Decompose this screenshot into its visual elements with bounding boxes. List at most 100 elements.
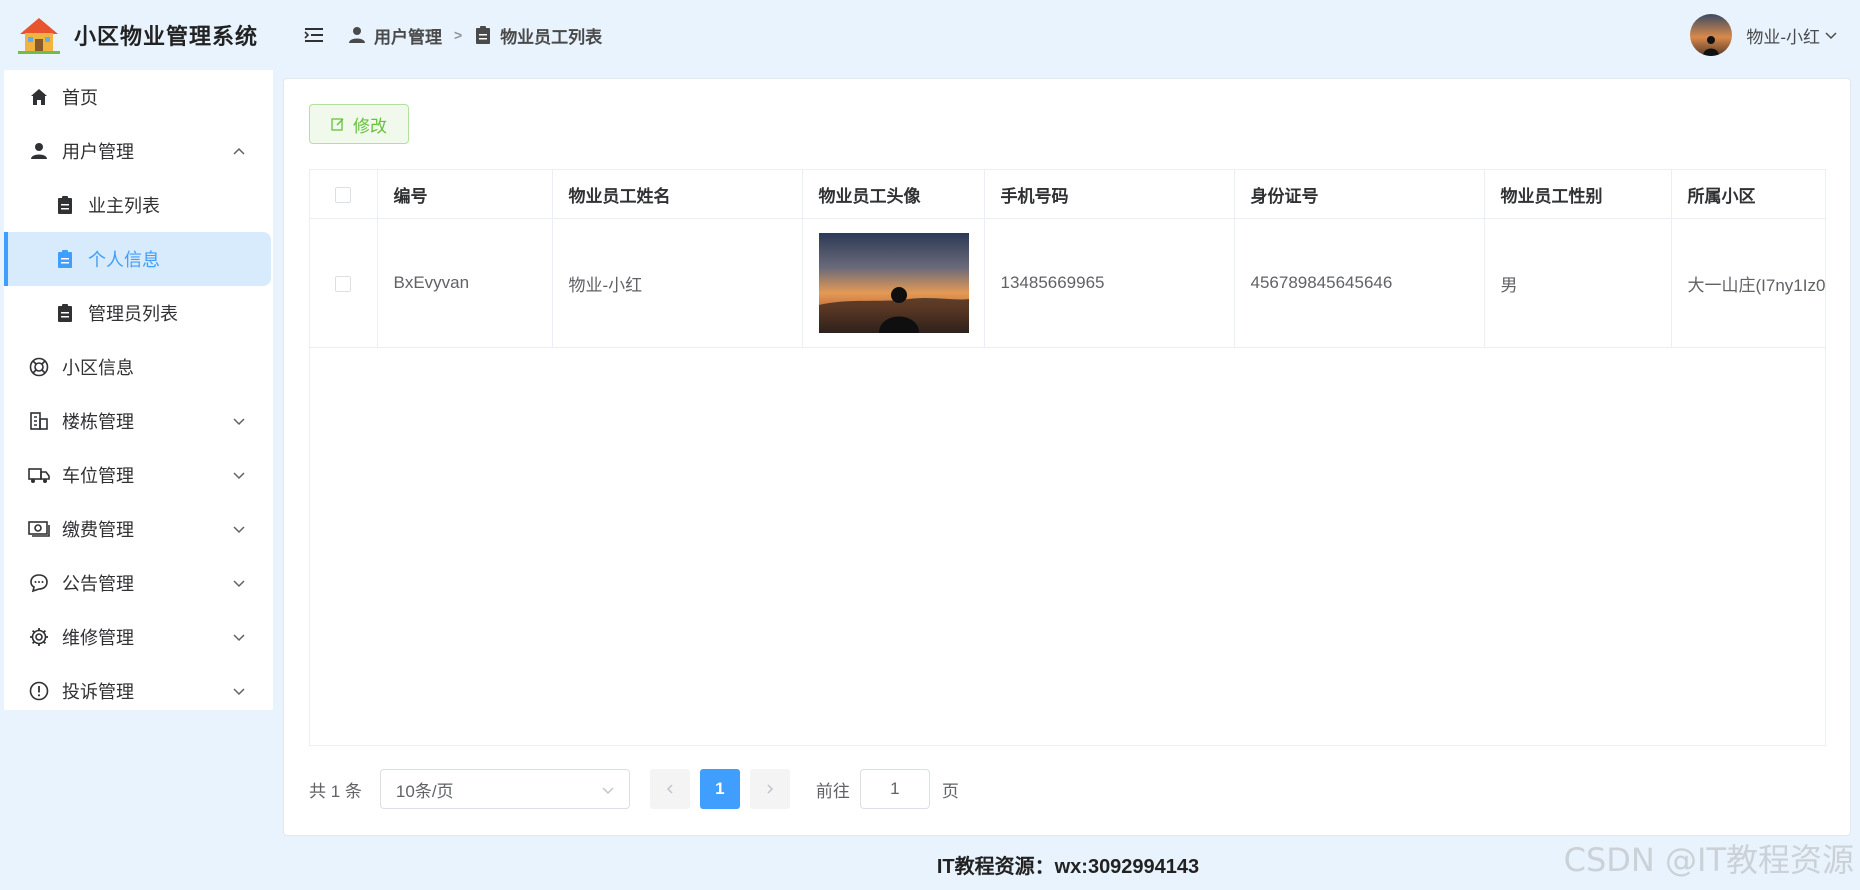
sidebar-item-label: 缴费管理 bbox=[62, 520, 134, 540]
logo-row: 小区物业管理系统 bbox=[0, 0, 276, 70]
breadcrumb: 用户管理 > 物业员工列表 bbox=[348, 23, 602, 48]
breadcrumb-item: 物业员工列表 bbox=[500, 27, 603, 47]
select-all-checkbox[interactable] bbox=[335, 186, 352, 203]
column-header[interactable]: 身份证号 bbox=[1234, 170, 1485, 219]
sidebar-item-label: 管理员列表 bbox=[88, 304, 178, 324]
cell-phone: 13485669965 bbox=[984, 218, 1235, 348]
chevron-down-icon bbox=[602, 787, 614, 795]
chevron-down-icon bbox=[233, 526, 245, 534]
table-row[interactable]: BxEvyvan 物业-小红 13485669965 4567898456456… bbox=[310, 218, 1825, 348]
breadcrumb-separator: > bbox=[454, 27, 463, 43]
column-header[interactable]: 手机号码 bbox=[984, 170, 1235, 219]
column-header[interactable]: 物业员工头像 bbox=[802, 170, 985, 219]
house-logo-icon bbox=[18, 18, 60, 54]
warning-icon bbox=[28, 680, 50, 702]
chat-icon bbox=[28, 572, 50, 594]
chevron-right-icon bbox=[767, 784, 773, 794]
chevron-up-icon bbox=[233, 147, 245, 155]
page-size-value: 10条/页 bbox=[395, 781, 454, 801]
pagination-total: 共 1 条 bbox=[309, 781, 362, 801]
sidebar-item-announcement[interactable]: 公告管理 bbox=[4, 556, 273, 610]
chevron-down-icon bbox=[233, 418, 245, 426]
edit-button[interactable]: 修改 bbox=[309, 104, 409, 144]
clipboard-icon bbox=[54, 302, 76, 324]
main-panel: 修改 编号 物业员工姓名 物业员工头像 手机号码 身份证号 物业员工性别 所属小… bbox=[283, 78, 1851, 836]
edit-button-label: 修改 bbox=[353, 116, 387, 136]
staff-avatar-image[interactable] bbox=[818, 233, 969, 333]
user-icon bbox=[28, 140, 50, 162]
edit-icon bbox=[331, 118, 344, 131]
app-title: 小区物业管理系统 bbox=[74, 24, 259, 49]
user-name: 物业-小红 bbox=[1746, 27, 1820, 47]
column-header[interactable]: 物业员工性别 bbox=[1484, 170, 1672, 219]
cell-id: BxEvyvan bbox=[377, 218, 553, 348]
sidebar-item-label: 个人信息 bbox=[88, 250, 160, 270]
next-page-button[interactable] bbox=[749, 769, 790, 809]
sidebar-item-label: 业主列表 bbox=[88, 196, 160, 216]
clipboard-icon bbox=[476, 26, 491, 44]
row-select-cell bbox=[310, 218, 378, 348]
goto-label: 前往 bbox=[815, 781, 850, 801]
sidebar-item-parking[interactable]: 车位管理 bbox=[4, 448, 273, 502]
user-icon bbox=[349, 27, 365, 43]
user-menu[interactable]: 物业-小红 bbox=[1690, 14, 1838, 56]
chevron-down-icon bbox=[233, 688, 245, 696]
gear-icon bbox=[28, 626, 50, 648]
sidebar-menu: 首页 用户管理 业主列表 个人信息 管理员列表 小区信息 楼栋管理 车位管理 缴… bbox=[4, 70, 273, 710]
page-suffix: 页 bbox=[941, 781, 959, 801]
sidebar-item-label: 投诉管理 bbox=[62, 682, 134, 702]
clipboard-icon bbox=[54, 194, 76, 216]
sidebar-item-label: 楼栋管理 bbox=[62, 412, 134, 432]
menu-fold-icon[interactable] bbox=[302, 23, 326, 47]
prev-page-button[interactable] bbox=[649, 769, 690, 809]
breadcrumb-item[interactable]: 用户管理 bbox=[374, 23, 442, 48]
watermark: CSDN @IT教程资源 bbox=[1563, 841, 1854, 879]
sidebar-item-repair[interactable]: 维修管理 bbox=[4, 610, 273, 664]
cell-id-card: 456789845645646 bbox=[1234, 218, 1485, 348]
column-header[interactable]: 编号 bbox=[377, 170, 553, 219]
table-header-row: 编号 物业员工姓名 物业员工头像 手机号码 身份证号 物业员工性别 所属小区 bbox=[310, 170, 1825, 219]
money-icon bbox=[28, 518, 50, 540]
sidebar-item-label: 用户管理 bbox=[62, 142, 134, 162]
column-header[interactable]: 所属小区 bbox=[1671, 170, 1825, 219]
home-icon bbox=[28, 86, 50, 108]
chevron-left-icon bbox=[666, 784, 673, 794]
page-size-select[interactable]: 10条/页 bbox=[379, 769, 630, 809]
cell-community: 大一山庄(I7ny1Iz0 bbox=[1671, 218, 1825, 348]
sidebar-item-admin-list[interactable]: 管理员列表 bbox=[4, 286, 273, 340]
chevron-down-icon bbox=[233, 472, 245, 480]
clipboard-icon bbox=[54, 248, 76, 270]
lifebuoy-icon bbox=[28, 356, 50, 378]
chevron-down-icon bbox=[1825, 32, 1837, 40]
sidebar-item-home[interactable]: 首页 bbox=[4, 70, 273, 124]
staff-table: 编号 物业员工姓名 物业员工头像 手机号码 身份证号 物业员工性别 所属小区 B… bbox=[309, 169, 1826, 746]
sidebar-item-building[interactable]: 楼栋管理 bbox=[4, 394, 273, 448]
cell-gender: 男 bbox=[1484, 218, 1672, 348]
sidebar-item-label: 车位管理 bbox=[62, 466, 134, 486]
avatar bbox=[1690, 14, 1733, 56]
chevron-down-icon bbox=[233, 634, 245, 642]
cell-name: 物业-小红 bbox=[552, 218, 803, 348]
sidebar-item-payment[interactable]: 缴费管理 bbox=[4, 502, 273, 556]
top-bar: 用户管理 > 物业员工列表 物业-小红 bbox=[276, 0, 1860, 70]
sidebar-item-community-info[interactable]: 小区信息 bbox=[4, 340, 273, 394]
chevron-down-icon bbox=[233, 580, 245, 588]
row-checkbox[interactable] bbox=[335, 275, 352, 292]
sidebar-item-user-management[interactable]: 用户管理 bbox=[4, 124, 273, 178]
goto-page-input[interactable]: 1 bbox=[859, 769, 930, 809]
cell-avatar bbox=[802, 218, 985, 348]
building-icon bbox=[28, 410, 50, 432]
column-header[interactable]: 物业员工姓名 bbox=[552, 170, 803, 219]
select-all-cell bbox=[310, 170, 378, 219]
sidebar-item-label: 维修管理 bbox=[62, 628, 134, 648]
sidebar: 小区物业管理系统 首页 用户管理 业主列表 个人信息 管理员列表 小区信息 楼栋… bbox=[0, 0, 276, 890]
sidebar-item-label: 小区信息 bbox=[62, 358, 134, 378]
sidebar-item-label: 公告管理 bbox=[62, 574, 134, 594]
sidebar-item-label: 首页 bbox=[62, 88, 98, 108]
sidebar-item-complaint[interactable]: 投诉管理 bbox=[4, 664, 273, 718]
truck-icon bbox=[28, 464, 50, 486]
pagination: 共 1 条 10条/页 1 前往 1 页 bbox=[309, 769, 959, 809]
sidebar-item-owner-list[interactable]: 业主列表 bbox=[4, 178, 273, 232]
page-number-button[interactable]: 1 bbox=[699, 769, 740, 809]
sidebar-item-personal-info[interactable]: 个人信息 bbox=[4, 232, 271, 286]
